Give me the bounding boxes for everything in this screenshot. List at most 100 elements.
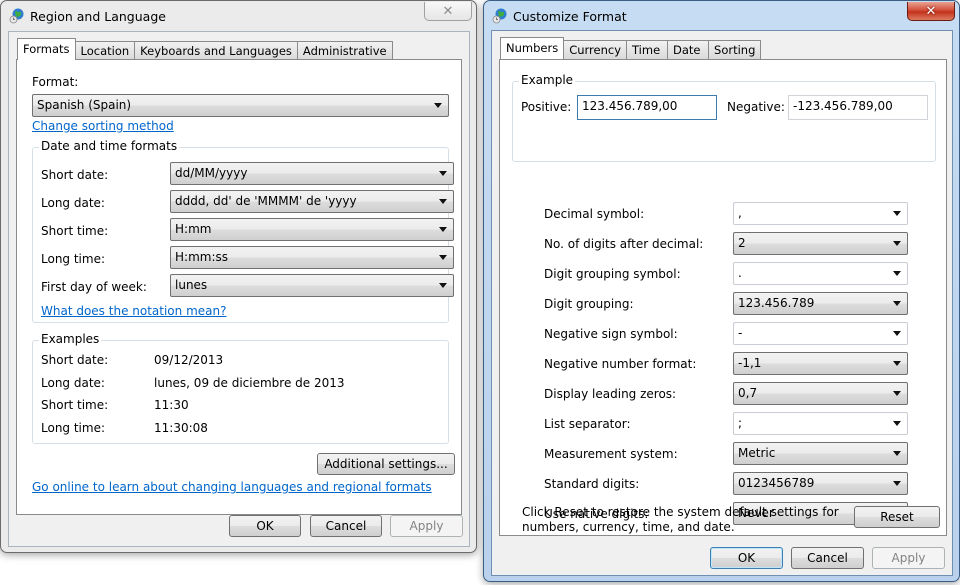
negative-number-format-dropdown[interactable]: -1,1 bbox=[733, 352, 908, 375]
dropdown-arrow-icon bbox=[439, 283, 447, 288]
tab-date[interactable]: Date bbox=[667, 40, 710, 59]
window-title: Customize Format bbox=[513, 9, 627, 24]
example-short-date-value: 09/12/2013 bbox=[154, 353, 224, 367]
tab-strip: Numbers Currency Time Date Sorting bbox=[500, 37, 762, 59]
dropdown-arrow-icon bbox=[893, 301, 901, 306]
window-title: Region and Language bbox=[30, 9, 166, 24]
list-separator-dropdown[interactable]: ; bbox=[733, 412, 908, 435]
standard-digits-dropdown[interactable]: 0123456789 bbox=[733, 472, 908, 495]
group-title: Examples bbox=[39, 332, 102, 346]
change-sorting-method-link[interactable]: Change sorting method bbox=[32, 119, 174, 133]
measurement-system-dropdown[interactable]: Metric bbox=[733, 442, 908, 465]
cancel-button[interactable]: Cancel bbox=[791, 547, 864, 569]
long-time-dropdown[interactable]: H:mm:ss bbox=[170, 246, 454, 269]
digit-grouping-symbol-label: Digit grouping symbol: bbox=[544, 267, 681, 281]
dropdown-arrow-icon bbox=[893, 391, 901, 396]
tab-strip: Formats Location Keyboards and Languages… bbox=[17, 38, 393, 60]
decimal-symbol-label: Decimal symbol: bbox=[544, 207, 645, 221]
title-bar[interactable]: Region and Language ✕ bbox=[1, 1, 476, 31]
list-separator-label: List separator: bbox=[544, 417, 631, 431]
dropdown-arrow-icon bbox=[893, 331, 901, 336]
negative-sign-symbol-dropdown[interactable]: - bbox=[733, 322, 908, 345]
long-date-value: dddd, dd' de 'MMMM' de 'yyyy bbox=[175, 194, 357, 208]
first-day-of-week-label: First day of week: bbox=[41, 280, 147, 294]
formats-panel: Format: Spanish (Spain) Change sorting m… bbox=[16, 59, 462, 515]
dropdown-arrow-icon bbox=[893, 451, 901, 456]
digit-grouping-value: 123.456.789 bbox=[738, 296, 815, 310]
tab-keyboards-and-languages[interactable]: Keyboards and Languages bbox=[134, 41, 298, 60]
numbers-panel: Example Positive: 123.456.789,00 Negativ… bbox=[499, 59, 947, 536]
tab-currency[interactable]: Currency bbox=[563, 40, 628, 59]
ok-button[interactable]: OK bbox=[229, 515, 301, 537]
dropdown-arrow-icon bbox=[893, 211, 901, 216]
digit-grouping-label: Digit grouping: bbox=[544, 297, 634, 311]
dropdown-arrow-icon bbox=[893, 481, 901, 486]
ok-button[interactable]: OK bbox=[710, 547, 783, 569]
example-short-time-value: 11:30 bbox=[154, 398, 189, 412]
apply-button[interactable]: Apply bbox=[390, 515, 463, 537]
apply-button[interactable]: Apply bbox=[872, 547, 945, 569]
tab-formats[interactable]: Formats bbox=[17, 38, 76, 60]
dropdown-arrow-icon bbox=[439, 255, 447, 260]
negative-example-field[interactable]: -123.456.789,00 bbox=[788, 95, 928, 120]
close-button[interactable]: ✕ bbox=[907, 2, 955, 21]
close-button[interactable]: ✕ bbox=[424, 2, 472, 21]
digit-grouping-dropdown[interactable]: 123.456.789 bbox=[733, 292, 908, 315]
example-long-date-label: Long date: bbox=[41, 376, 105, 390]
notation-help-link[interactable]: What does the notation mean? bbox=[41, 304, 226, 318]
reset-note-line-2: numbers, currency, time, and date. bbox=[522, 520, 735, 534]
short-date-dropdown[interactable]: dd/MM/yyyy bbox=[170, 162, 454, 185]
example-long-time-value: 11:30:08 bbox=[154, 421, 208, 435]
measurement-system-label: Measurement system: bbox=[544, 447, 678, 461]
display-leading-zeros-value: 0,7 bbox=[738, 386, 758, 400]
standard-digits-label: Standard digits: bbox=[544, 477, 640, 491]
examples-group: Examples Short date: 09/12/2013 Long dat… bbox=[32, 332, 449, 444]
long-date-label: Long date: bbox=[41, 196, 105, 210]
digits-after-decimal-value: 2 bbox=[738, 236, 746, 250]
negative-label: Negative: bbox=[727, 100, 785, 114]
customize-format-window: Customize Format ✕ Numbers Currency Time… bbox=[483, 0, 960, 582]
digit-grouping-symbol-dropdown[interactable]: . bbox=[733, 262, 908, 285]
close-icon: ✕ bbox=[925, 3, 937, 19]
reset-button[interactable]: Reset bbox=[854, 506, 940, 528]
display-leading-zeros-dropdown[interactable]: 0,7 bbox=[733, 382, 908, 405]
globe-clock-icon bbox=[492, 8, 507, 24]
long-time-value: H:mm:ss bbox=[175, 250, 228, 264]
dropdown-arrow-icon bbox=[893, 361, 901, 366]
long-date-dropdown[interactable]: dddd, dd' de 'MMMM' de 'yyyy bbox=[170, 190, 454, 213]
format-dropdown[interactable]: Spanish (Spain) bbox=[32, 94, 449, 117]
region-and-language-window: Region and Language ✕ Formats Location K… bbox=[0, 0, 477, 553]
example-short-time-label: Short time: bbox=[41, 398, 109, 412]
digits-after-decimal-dropdown[interactable]: 2 bbox=[733, 232, 908, 255]
measurement-system-value: Metric bbox=[738, 446, 776, 460]
close-icon: ✕ bbox=[442, 3, 454, 19]
negative-sign-symbol-label: Negative sign symbol: bbox=[544, 327, 678, 341]
title-bar[interactable]: Customize Format ✕ bbox=[484, 1, 959, 31]
example-long-time-label: Long time: bbox=[41, 421, 106, 435]
additional-settings-button[interactable]: Additional settings... bbox=[317, 453, 455, 475]
short-time-dropdown[interactable]: H:mm bbox=[170, 218, 454, 241]
cancel-button[interactable]: Cancel bbox=[310, 515, 382, 537]
short-time-label: Short time: bbox=[41, 224, 109, 238]
example-long-date-value: lunes, 09 de diciembre de 2013 bbox=[154, 376, 345, 390]
standard-digits-value: 0123456789 bbox=[738, 476, 815, 490]
negative-sign-symbol-value: - bbox=[738, 326, 743, 340]
globe-clock-icon bbox=[9, 8, 24, 24]
tab-numbers[interactable]: Numbers bbox=[500, 37, 565, 59]
tab-location[interactable]: Location bbox=[74, 41, 136, 60]
tab-sorting[interactable]: Sorting bbox=[708, 40, 762, 59]
example-short-date-label: Short date: bbox=[41, 353, 109, 367]
negative-number-format-label: Negative number format: bbox=[544, 357, 697, 371]
tab-administrative[interactable]: Administrative bbox=[296, 41, 393, 60]
display-leading-zeros-label: Display leading zeros: bbox=[544, 387, 677, 401]
positive-label: Positive: bbox=[521, 100, 572, 114]
decimal-symbol-dropdown[interactable]: , bbox=[733, 202, 908, 225]
go-online-link[interactable]: Go online to learn about changing langua… bbox=[32, 480, 432, 494]
dropdown-arrow-icon bbox=[893, 421, 901, 426]
short-date-value: dd/MM/yyyy bbox=[175, 166, 248, 180]
tab-time[interactable]: Time bbox=[626, 40, 669, 59]
positive-example-field[interactable]: 123.456.789,00 bbox=[577, 95, 717, 120]
dropdown-arrow-icon bbox=[439, 171, 447, 176]
first-day-of-week-dropdown[interactable]: lunes bbox=[170, 274, 454, 297]
list-separator-value: ; bbox=[738, 416, 743, 430]
